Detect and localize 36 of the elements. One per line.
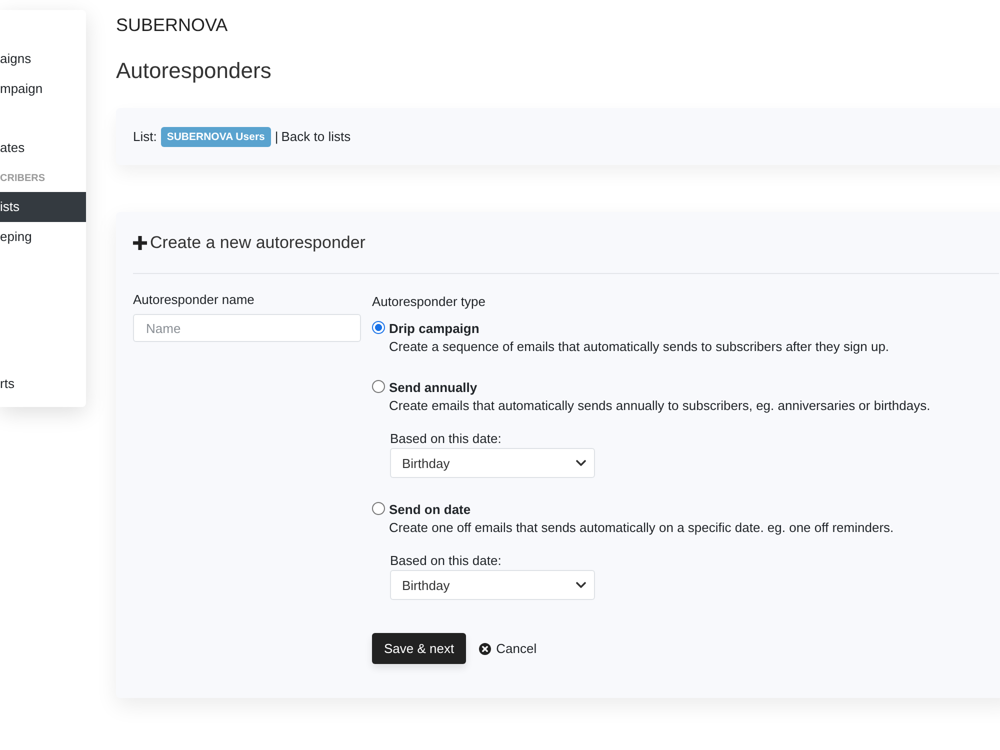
cancel-link[interactable]: Cancel xyxy=(479,641,537,656)
chevron-down-icon xyxy=(576,460,586,466)
save-next-button[interactable]: Save & next xyxy=(372,633,466,664)
option-description: Create emails that automatically sends annually to subscribers, eg. anniversaries or birthdays. xyxy=(389,397,930,415)
radio-button[interactable] xyxy=(372,502,385,515)
plus-icon xyxy=(133,236,147,250)
sidebar-section-heading: CRIBERS xyxy=(0,172,46,186)
date-select[interactable]: Birthday xyxy=(390,570,595,600)
option-description: Create one off emails that sends automatically on a specific date. eg. one off reminders. xyxy=(389,519,895,537)
date-label: Based on this date: xyxy=(390,430,502,448)
page-title: Autoresponders xyxy=(116,57,272,85)
date-label: Based on this date: xyxy=(390,552,502,570)
separator-text: | xyxy=(274,129,278,144)
name-input-field[interactable]: Name xyxy=(133,314,361,342)
type-label: Autoresponder type xyxy=(372,293,486,311)
sidebar-item[interactable]: aigns xyxy=(0,44,86,74)
brand-name: SUBERNOVA xyxy=(116,14,229,36)
list-label: List: xyxy=(133,129,157,144)
sidebar-item[interactable]: ates xyxy=(0,133,86,163)
option-label[interactable]: Send annually xyxy=(389,379,478,397)
option-description: Create a sequence of emails that automatically sends to subscribers after they sign up. xyxy=(389,338,890,356)
list-badge: SUBERNOVA Users xyxy=(160,126,271,146)
radio-button[interactable] xyxy=(372,380,385,393)
sidebar-item[interactable]: ists xyxy=(0,192,86,222)
option-label[interactable]: Send on date xyxy=(389,501,471,519)
sidebar-item[interactable]: mpaign xyxy=(0,74,86,104)
radio-button[interactable] xyxy=(372,321,385,334)
chevron-down-icon xyxy=(576,582,586,588)
sidebar-item[interactable]: eping xyxy=(0,222,86,252)
sidebar-item[interactable]: rts xyxy=(0,369,86,399)
form-title: Create a new autoresponder xyxy=(150,232,366,254)
back-to-lists-link[interactable]: Back to lists xyxy=(281,129,351,144)
option-label[interactable]: Drip campaign xyxy=(389,320,480,338)
date-select[interactable]: Birthday xyxy=(390,448,595,478)
close-icon xyxy=(479,642,492,654)
name-label: Autoresponder name xyxy=(133,291,256,309)
